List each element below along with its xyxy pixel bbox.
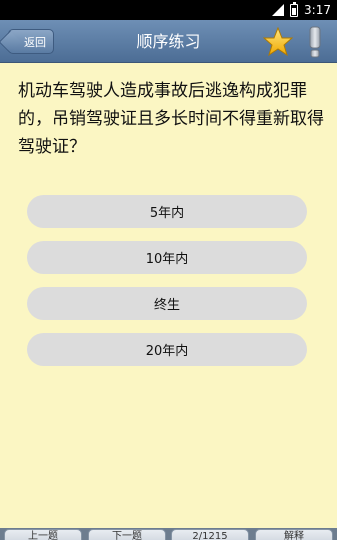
battery-icon (290, 1, 299, 17)
back-button-label: 返回 (24, 35, 46, 49)
status-bar: 3:17 (0, 0, 337, 20)
signal-icon (272, 4, 285, 16)
next-question-button[interactable]: 下一题 (88, 529, 166, 540)
bottom-toolbar: 上一题 下一题 2/1215 解释 (0, 528, 337, 540)
previous-question-button[interactable]: 上一题 (4, 529, 82, 540)
report-error-icon[interactable] (307, 26, 323, 58)
question-text: 机动车驾驶人造成事故后逃逸构成犯罪的，吊销驾驶证且多长时间不得重新取得驾驶证？ (18, 81, 324, 157)
question-counter-button[interactable]: 2/1215 (171, 529, 249, 540)
question-area: 机动车驾驶人造成事故后逃逸构成犯罪的，吊销驾驶证且多长时间不得重新取得驾驶证？ … (0, 63, 337, 528)
answer-option[interactable]: 5年内 (27, 195, 307, 228)
explanation-button[interactable]: 解释 (255, 529, 333, 540)
star-icon[interactable] (263, 27, 293, 57)
status-time: 3:17 (304, 3, 331, 17)
answer-option[interactable]: 终生 (27, 287, 307, 320)
status-icons: 3:17 (272, 0, 331, 20)
answer-option[interactable]: 20年内 (27, 333, 307, 366)
back-button[interactable]: 返回 (8, 29, 54, 54)
answer-option[interactable]: 10年内 (27, 241, 307, 274)
title-bar: 顺序练习 返回 (0, 20, 337, 63)
